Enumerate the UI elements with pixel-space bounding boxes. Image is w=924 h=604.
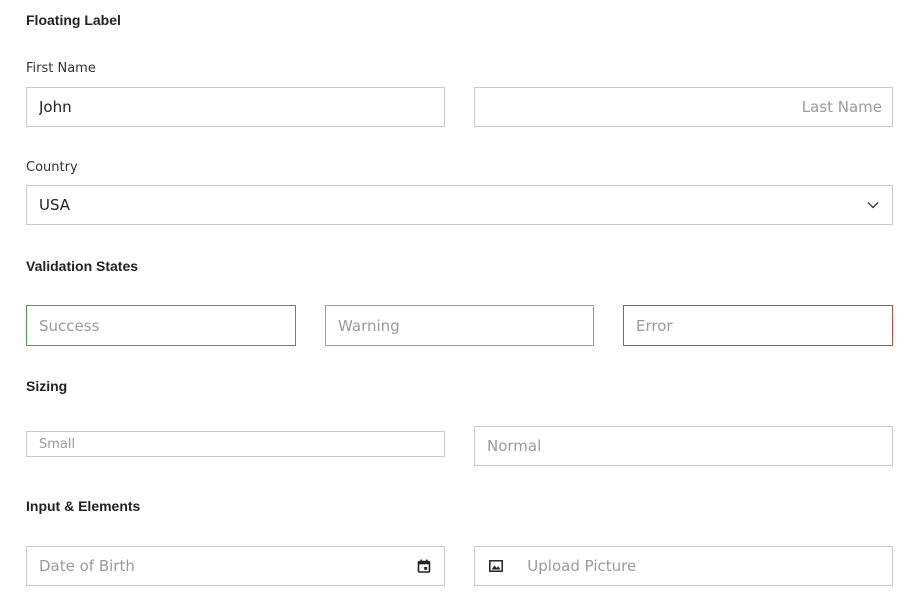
country-selected-value: USA [39,196,71,214]
small-field[interactable] [26,431,445,457]
date-of-birth-input[interactable] [27,547,413,585]
warning-input[interactable] [326,306,593,345]
last-name-field[interactable] [474,87,893,127]
section-title-sizing: Sizing [26,378,68,394]
section-title-validation: Validation States [26,258,139,274]
country-label: Country [26,160,78,175]
normal-field[interactable] [474,426,893,466]
country-select[interactable]: USA [26,185,893,225]
calendar-icon[interactable] [412,559,436,573]
upload-picture-field[interactable] [474,546,893,586]
first-name-input[interactable] [27,88,444,126]
image-icon[interactable] [479,560,513,572]
section-title-input-elements: Input & Elements [26,498,141,514]
small-input[interactable] [27,432,444,456]
upload-picture-input[interactable] [513,547,892,585]
section-title-floating-label: Floating Label [26,12,121,28]
date-of-birth-field[interactable] [26,546,445,586]
error-field[interactable] [623,305,893,346]
first-name-label: First Name [26,61,96,76]
first-name-field[interactable] [26,87,445,127]
last-name-input[interactable] [475,88,892,126]
success-input[interactable] [27,306,295,345]
error-input[interactable] [624,306,892,345]
normal-input[interactable] [475,427,892,465]
warning-field[interactable] [325,305,594,346]
chevron-down-icon [867,202,879,209]
success-field[interactable] [26,305,296,346]
